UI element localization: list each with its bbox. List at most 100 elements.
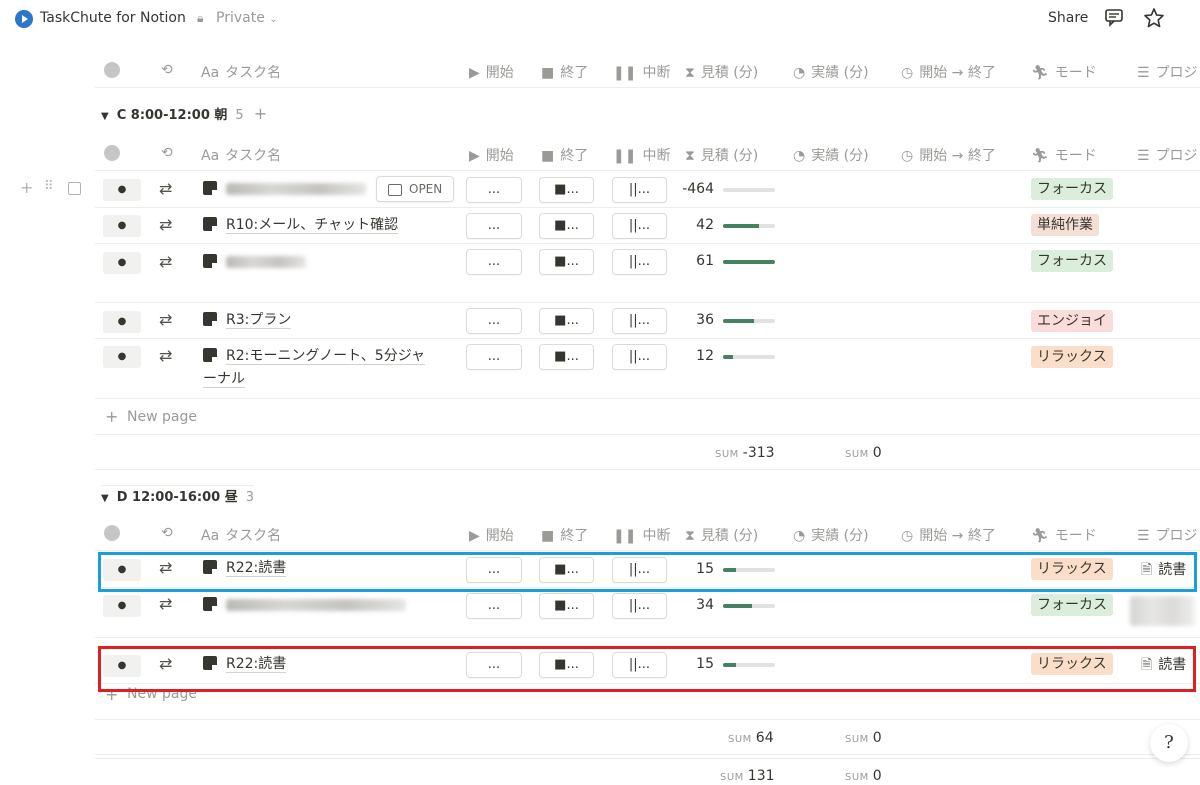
estimate-progress-bar	[723, 260, 775, 264]
column-header-name[interactable]: Aa タスク名	[201, 525, 281, 545]
column-header-end[interactable]: ■ 終了	[541, 525, 588, 545]
repeat-icon[interactable]: ⇄	[159, 179, 172, 198]
column-header-range[interactable]: ◷ 開始 → 終了	[901, 62, 996, 82]
help-button[interactable]: ?	[1150, 724, 1188, 762]
stop-icon: ■	[541, 148, 555, 164]
project-link[interactable]	[1130, 596, 1195, 626]
column-header-actual[interactable]: ◔ 実績 (分)	[793, 145, 869, 165]
add-icon[interactable]: +	[254, 104, 267, 123]
task-name[interactable]	[203, 594, 443, 617]
column-header-estimate[interactable]: ⧗ 見積 (分)	[685, 145, 758, 165]
page-title[interactable]: TaskChute for Notion	[40, 10, 186, 26]
repeat-icon[interactable]: ⇄	[159, 310, 172, 329]
column-header-project[interactable]: ☰ プロジ	[1137, 62, 1198, 82]
pause-button[interactable]: ||...	[612, 308, 667, 334]
play-icon: ▶	[469, 528, 480, 544]
status-bullet[interactable]: ●	[103, 252, 141, 274]
star-icon[interactable]	[1143, 7, 1165, 34]
column-header-pause[interactable]: ❚❚ 中断	[613, 525, 670, 545]
repeat-icon[interactable]: ⇄	[159, 215, 172, 234]
column-header-start[interactable]: ▶ 開始	[469, 145, 514, 165]
column-header-mode[interactable]: 🏃︎ モード	[1031, 525, 1097, 545]
end-button[interactable]: ■...	[539, 593, 594, 619]
new-page-button[interactable]: + New page	[95, 399, 1200, 435]
start-button[interactable]: ...	[466, 344, 522, 370]
lock-icon: 🔒︎	[197, 11, 204, 25]
start-button[interactable]: ...	[466, 249, 522, 275]
status-bullet[interactable]: ●	[103, 595, 141, 617]
open-button[interactable]: OPEN	[376, 176, 454, 202]
pause-button[interactable]: ||...	[612, 344, 667, 370]
task-name[interactable]	[203, 251, 443, 274]
new-page-label: New page	[127, 409, 197, 425]
column-header-project[interactable]: ☰ プロジ	[1137, 525, 1198, 545]
column-header-range[interactable]: ◷ 開始 → 終了	[901, 525, 996, 545]
column-header-estimate[interactable]: ⧗ 見積 (分)	[685, 525, 758, 545]
status-bullet[interactable]: ●	[103, 179, 141, 201]
page-icon	[203, 348, 217, 362]
pause-button[interactable]: ||...	[612, 213, 667, 239]
pause-button[interactable]: ||...	[612, 249, 667, 275]
repeat-column-icon: ⟲	[161, 62, 173, 78]
repeat-icon[interactable]: ⇄	[159, 594, 172, 613]
page-icon	[203, 597, 217, 611]
task-name[interactable]: R2:モーニングノート、5分ジャ ーナル	[203, 345, 443, 391]
comment-icon[interactable]	[1104, 7, 1124, 32]
end-button[interactable]: ■...	[539, 249, 594, 275]
pause-button[interactable]: ||...	[612, 593, 667, 619]
table-row[interactable]: ● ⇄ R10:メール、チャット確認 ... ■... ||... 42 単純作…	[95, 208, 1200, 244]
column-header-range[interactable]: ◷ 開始 → 終了	[901, 145, 996, 165]
column-estimate-label: 見積 (分)	[700, 528, 759, 544]
blurred-task-name	[226, 256, 306, 268]
column-header-name[interactable]: Aa タスク名	[201, 145, 281, 165]
column-header-estimate[interactable]: ⧗ 見積 (分)	[685, 62, 758, 82]
column-header-end[interactable]: ■ 終了	[541, 145, 588, 165]
column-header-pause[interactable]: ❚❚ 中断	[613, 145, 670, 165]
column-header-pause[interactable]: ❚❚ 中断	[613, 62, 670, 82]
mode-tag: フォーカス	[1031, 178, 1113, 200]
privacy-dropdown[interactable]: Private ⌄	[216, 10, 278, 26]
repeat-icon[interactable]: ⇄	[159, 252, 172, 271]
sum-label: SUM	[845, 734, 869, 745]
end-button[interactable]: ■...	[539, 308, 594, 334]
column-range-label: 開始 → 終了	[919, 528, 996, 544]
start-button[interactable]: ...	[466, 308, 522, 334]
table-row[interactable]: ● ⇄ ... ■... ||... -464 フォーカス	[95, 172, 1200, 208]
table-row[interactable]: ● ⇄ ... ■... ||... 34 フォーカス	[95, 588, 1200, 638]
group-header-c[interactable]: ▼ C 8:00-12:00 朝 5 +	[101, 104, 267, 123]
table-row[interactable]: ● ⇄ ... ■... ||... 61 フォーカス	[95, 244, 1200, 303]
estimate-progress-bar	[723, 604, 775, 608]
start-button[interactable]: ...	[466, 177, 522, 203]
row-checkbox[interactable]	[68, 182, 81, 195]
column-header-end[interactable]: ■ 終了	[541, 62, 588, 82]
share-button[interactable]: Share	[1048, 10, 1088, 26]
column-header-actual[interactable]: ◔ 実績 (分)	[793, 525, 869, 545]
column-header-mode[interactable]: 🏃︎ モード	[1031, 145, 1097, 165]
end-button[interactable]: ■...	[539, 177, 594, 203]
pause-button[interactable]: ||...	[612, 177, 667, 203]
column-header-start[interactable]: ▶ 開始	[469, 62, 514, 82]
start-button[interactable]: ...	[466, 213, 522, 239]
start-button[interactable]: ...	[466, 593, 522, 619]
repeat-icon[interactable]: ⇄	[159, 346, 172, 365]
table-row[interactable]: ● ⇄ R2:モーニングノート、5分ジャ ーナル ... ■... ||... 1…	[95, 339, 1200, 399]
end-button[interactable]: ■...	[539, 213, 594, 239]
table-row[interactable]: ● ⇄ R3:プラン ... ■... ||... 36 エンジョイ	[95, 303, 1200, 339]
end-button[interactable]: ■...	[539, 344, 594, 370]
add-row-icon[interactable]: +	[20, 178, 33, 197]
column-header-project[interactable]: ☰ プロジ	[1137, 145, 1198, 165]
column-estimate-label: 見積 (分)	[700, 65, 759, 81]
task-name[interactable]: R3:プラン	[203, 309, 443, 332]
status-bullet[interactable]: ●	[103, 311, 141, 333]
group-header-d[interactable]: ▼ D 12:00-16:00 昼 3	[101, 485, 254, 505]
drag-handle-icon[interactable]: ⠿	[44, 179, 54, 194]
column-header-name[interactable]: Aa タスク名	[201, 62, 281, 82]
column-header-start[interactable]: ▶ 開始	[469, 525, 514, 545]
toggle-triangle-icon[interactable]: ▼	[101, 111, 109, 122]
task-name[interactable]: R10:メール、チャット確認	[203, 214, 443, 237]
column-header-actual[interactable]: ◔ 実績 (分)	[793, 62, 869, 82]
status-bullet[interactable]: ●	[103, 215, 141, 237]
toggle-triangle-icon[interactable]: ▼	[101, 493, 109, 504]
status-bullet[interactable]: ●	[103, 346, 141, 368]
column-header-mode[interactable]: 🏃︎ モード	[1031, 62, 1097, 82]
